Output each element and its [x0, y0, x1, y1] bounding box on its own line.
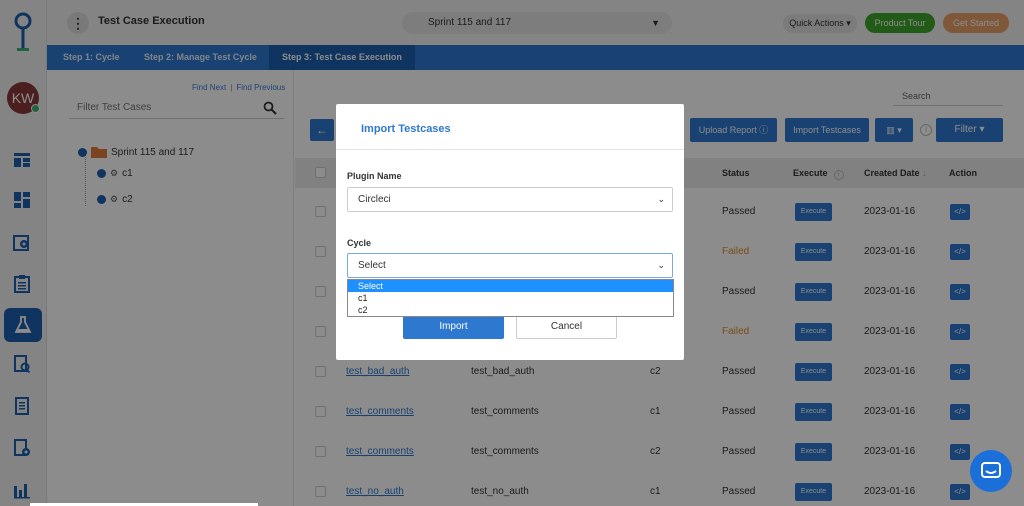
- cycle-option-c2[interactable]: c2: [348, 304, 673, 316]
- import-button[interactable]: Import: [403, 315, 504, 339]
- plugin-name-select[interactable]: Circleci ⌄: [347, 187, 673, 212]
- cycle-select-value: Select: [358, 260, 386, 271]
- chat-icon: [981, 462, 1001, 478]
- cycle-select[interactable]: Select ⌄: [347, 253, 673, 278]
- chevron-down-icon: ⌄: [657, 194, 665, 204]
- cycle-label: Cycle: [347, 238, 372, 248]
- cycle-option-c1[interactable]: c1: [348, 292, 673, 304]
- plugin-name-value: Circleci: [358, 194, 391, 205]
- modal-title: Import Testcases: [361, 123, 451, 135]
- cycle-dropdown-list: Select c1 c2: [347, 279, 674, 317]
- chat-support-button[interactable]: [970, 450, 1012, 492]
- import-testcases-modal: Import Testcases Plugin Name Circleci ⌄ …: [336, 104, 684, 360]
- chevron-down-icon: ⌄: [657, 260, 665, 270]
- plugin-name-label: Plugin Name: [347, 171, 402, 181]
- cycle-option-select[interactable]: Select: [348, 280, 673, 292]
- cancel-button[interactable]: Cancel: [516, 314, 617, 339]
- modal-divider: [336, 149, 684, 150]
